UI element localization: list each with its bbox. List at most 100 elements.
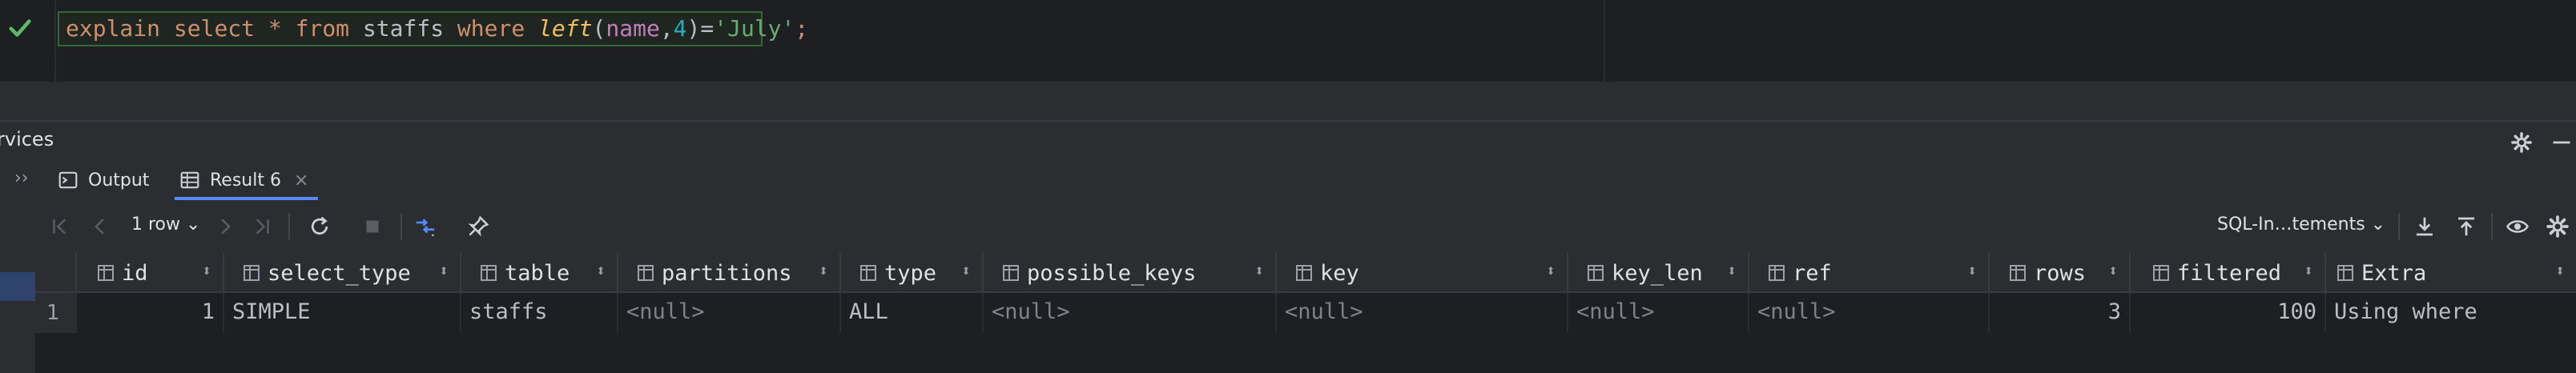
table-row[interactable]: 1 1 SIMPLE staffs <null> ALL <null> <nul…: [35, 293, 2576, 333]
page-size-select[interactable]: 1 row ⌄: [131, 215, 200, 235]
cell-key[interactable]: <null>: [1277, 293, 1568, 333]
column-name: filtered: [2176, 260, 2281, 286]
sql-operator: =: [700, 15, 714, 42]
column-name: key_len: [1612, 260, 1703, 286]
expand-chevrons-icon[interactable]: ››: [14, 168, 29, 188]
pin-icon[interactable]: [466, 215, 490, 239]
tab-label: Output: [88, 170, 150, 191]
settings-gear-icon[interactable]: [2546, 215, 2570, 239]
column-header-table[interactable]: table ⬍: [461, 253, 618, 293]
column-header-partitions[interactable]: partitions ⬍: [618, 253, 841, 293]
tab-result-6[interactable]: Result 6 ×: [175, 160, 319, 200]
row-number[interactable]: 1: [35, 293, 77, 333]
minimize-icon[interactable]: [2550, 131, 2573, 154]
table-icon: [180, 171, 199, 189]
editor-gutter: [0, 0, 56, 82]
cell-possible-keys[interactable]: <null>: [984, 293, 1277, 333]
check-icon: [9, 19, 31, 37]
sort-icon[interactable]: ⬍: [439, 261, 449, 280]
column-icon: [2337, 265, 2353, 281]
compare-icon[interactable]: [413, 215, 437, 239]
previous-page-icon[interactable]: [88, 215, 112, 239]
column-header-rows[interactable]: rows ⬍: [1990, 253, 2131, 293]
column-header-ref[interactable]: ref ⬍: [1749, 253, 1990, 293]
column-name: partitions: [662, 260, 792, 286]
row-number-header: [35, 253, 77, 293]
sort-icon[interactable]: ⬍: [961, 261, 971, 280]
output-icon: [58, 171, 78, 189]
column-header-extra[interactable]: Extra ⬍: [2326, 253, 2576, 293]
sql-keyword: explain: [66, 15, 161, 42]
sql-statement-line[interactable]: explain select * from staffs where left(…: [58, 11, 808, 46]
toolbar-divider: [288, 213, 290, 240]
sql-semicolon: ;: [795, 15, 809, 42]
cell-rows[interactable]: 3: [1990, 293, 2131, 333]
next-page-icon[interactable]: [213, 215, 237, 239]
services-tab-row: ›› Output Result 6 ×: [0, 160, 2576, 200]
cell-select-type[interactable]: SIMPLE: [224, 293, 461, 333]
sort-icon[interactable]: ⬍: [1254, 261, 1264, 280]
sql-string: 'July': [714, 15, 795, 42]
last-page-icon[interactable]: [250, 215, 274, 239]
sql-paren: ): [686, 15, 701, 42]
cell-key-len[interactable]: <null>: [1568, 293, 1749, 333]
services-panel-header: rvices: [0, 120, 2576, 160]
cell-table[interactable]: staffs: [461, 293, 618, 333]
import-upload-icon[interactable]: [2454, 215, 2478, 239]
sort-icon[interactable]: ⬍: [819, 261, 828, 280]
stop-icon[interactable]: [360, 215, 384, 239]
cell-ref[interactable]: <null>: [1749, 293, 1990, 333]
column-header-id[interactable]: id ⬍: [78, 253, 224, 293]
sql-number: 4: [673, 15, 687, 42]
first-page-icon[interactable]: [48, 215, 72, 239]
column-name: key: [1320, 260, 1359, 286]
column-header-key-len[interactable]: key_len ⬍: [1568, 253, 1749, 293]
grid-header-row: id ⬍ select_type ⬍ table ⬍ partitions ⬍ …: [35, 253, 2576, 293]
sql-paren: (: [592, 15, 606, 42]
column-name: id: [122, 260, 148, 286]
sort-icon[interactable]: ⬍: [1727, 261, 1737, 280]
view-options-eye-icon[interactable]: [2506, 215, 2530, 239]
column-icon: [1769, 265, 1785, 281]
sort-icon[interactable]: ⬍: [1546, 261, 1556, 280]
sort-icon[interactable]: ⬍: [2108, 261, 2118, 280]
column-icon: [860, 265, 876, 281]
column-icon: [481, 265, 497, 281]
sql-editor[interactable]: explain select * from staffs where left(…: [0, 0, 2576, 82]
sql-comma: ,: [659, 15, 674, 42]
export-download-icon[interactable]: [2413, 215, 2437, 239]
close-icon[interactable]: ×: [294, 170, 308, 191]
cell-extra[interactable]: Using where: [2326, 293, 2576, 333]
tab-label: Result 6: [210, 170, 281, 191]
editor-right-margin: [1604, 0, 1605, 82]
column-name: type: [884, 260, 937, 286]
cell-id[interactable]: 1: [78, 293, 224, 333]
sql-keyword: from: [295, 15, 350, 42]
column-header-filtered[interactable]: filtered ⬍: [2131, 253, 2326, 293]
sql-keyword: select: [173, 15, 256, 42]
toolbar-divider: [2398, 213, 2400, 240]
cell-filtered[interactable]: 100: [2131, 293, 2326, 333]
column-header-key[interactable]: key ⬍: [1277, 253, 1568, 293]
column-header-select-type[interactable]: select_type ⬍: [224, 253, 461, 293]
column-name: ref: [1793, 260, 1832, 286]
cell-type[interactable]: ALL: [841, 293, 984, 333]
column-name: possible_keys: [1027, 260, 1197, 286]
column-header-type[interactable]: type ⬍: [841, 253, 984, 293]
sql-operator: *: [268, 15, 282, 42]
result-grid[interactable]: id ⬍ select_type ⬍ table ⬍ partitions ⬍ …: [35, 253, 2576, 373]
export-format-select[interactable]: SQL-In…tements ⌄: [2217, 215, 2385, 235]
column-name: table: [505, 260, 570, 286]
sort-icon[interactable]: ⬍: [2555, 261, 2565, 280]
column-icon: [638, 265, 654, 281]
refresh-icon[interactable]: [308, 215, 332, 239]
column-header-possible-keys[interactable]: possible_keys ⬍: [984, 253, 1277, 293]
column-icon: [1296, 265, 1312, 281]
sort-icon[interactable]: ⬍: [2304, 261, 2313, 280]
sort-icon[interactable]: ⬍: [1967, 261, 1977, 280]
tab-output[interactable]: Output: [58, 160, 149, 200]
gear-icon[interactable]: [2510, 131, 2533, 154]
cell-partitions[interactable]: <null>: [618, 293, 841, 333]
sort-icon[interactable]: ⬍: [596, 261, 606, 280]
sort-icon[interactable]: ⬍: [202, 261, 211, 280]
